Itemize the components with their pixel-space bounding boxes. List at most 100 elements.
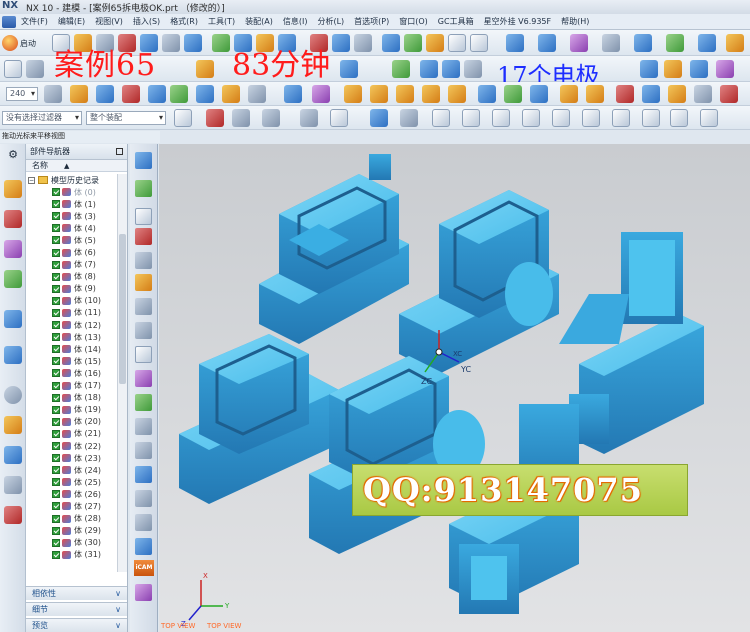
shaded-icon[interactable] (354, 34, 372, 52)
tree-body-row[interactable]: 体 (13) (26, 331, 118, 343)
electrode-tool-icon-3[interactable] (135, 322, 152, 339)
electrode-icon-3[interactable] (396, 85, 414, 103)
curve-icon[interactable] (570, 34, 588, 52)
visibility-checkbox[interactable] (52, 188, 60, 197)
graphics-window[interactable]: YC ZC XC X Y Z TOP VIEW TOP VIEW (159, 144, 750, 632)
scroll-thumb[interactable] (119, 234, 126, 384)
visibility-checkbox[interactable] (52, 538, 60, 547)
electrode-icon-14[interactable] (694, 85, 712, 103)
menu-plugin[interactable]: 星空外挂 V6.935F (479, 16, 557, 27)
start-button[interactable]: 启动 (2, 34, 36, 52)
manufacturing-wizard-tab-icon[interactable] (4, 506, 22, 524)
electrode-icon-10[interactable] (586, 85, 604, 103)
visibility-checkbox[interactable] (52, 478, 60, 487)
work-layer-select[interactable]: 240 (6, 87, 38, 101)
tree-body-row[interactable]: 体 (29) (26, 525, 118, 537)
assembly-scope-select[interactable]: 整个装配 (86, 111, 166, 125)
mesh-icon[interactable] (666, 34, 684, 52)
name-tool-icon[interactable] (135, 370, 152, 387)
electrode-tool-icon-4[interactable] (135, 418, 152, 435)
snap-tool-icon[interactable] (135, 346, 152, 363)
menu-insert[interactable]: 插入(S) (128, 16, 165, 27)
tree-body-row[interactable]: 体 (10) (26, 295, 118, 307)
menu-assembly[interactable]: 装配(A) (240, 16, 278, 27)
visibility-checkbox[interactable] (52, 526, 60, 535)
electrode-icon-2[interactable] (370, 85, 388, 103)
visibility-checkbox[interactable] (52, 550, 60, 559)
snap-mid-icon[interactable] (262, 109, 280, 127)
visibility-checkbox[interactable] (52, 393, 60, 402)
visibility-checkbox[interactable] (52, 212, 60, 221)
electrode-icon-5[interactable] (448, 85, 466, 103)
check-tool-icon[interactable] (135, 394, 152, 411)
navigator-column-header[interactable]: 名称 ▲ (26, 160, 127, 172)
wcs-icon[interactable] (700, 109, 718, 127)
menu-help[interactable]: 帮助(H) (556, 16, 594, 27)
tree-body-row[interactable]: 体 (23) (26, 452, 118, 464)
assembly-navigator-tab-icon[interactable] (4, 210, 22, 228)
electrode-part-1[interactable] (259, 154, 409, 344)
menu-format[interactable]: 格式(R) (165, 16, 203, 27)
tree-body-row[interactable]: 体 (18) (26, 392, 118, 404)
select-filter-icon[interactable] (174, 109, 192, 127)
tree-body-row[interactable]: 体 (26) (26, 488, 118, 500)
electrode-part-2[interactable] (399, 190, 559, 374)
electrode-tool-icon-2[interactable] (135, 298, 152, 315)
undo-icon[interactable] (184, 34, 202, 52)
tree-body-row[interactable]: 体 (8) (26, 271, 118, 283)
visibility-checkbox[interactable] (52, 490, 60, 499)
tree-body-row[interactable]: 体 (17) (26, 380, 118, 392)
tree-body-row[interactable]: 体 (9) (26, 283, 118, 295)
visibility-checkbox[interactable] (52, 429, 60, 438)
snap-intersection-icon[interactable] (330, 109, 348, 127)
snap-tangent-icon[interactable] (522, 109, 540, 127)
snap-quadrant-icon[interactable] (400, 109, 418, 127)
visibility-checkbox[interactable] (52, 442, 60, 451)
sketch-icon[interactable] (212, 34, 230, 52)
electrode-icon-7[interactable] (504, 85, 522, 103)
menu-toggle-icon[interactable] (2, 15, 16, 28)
visibility-checkbox[interactable] (52, 417, 60, 426)
menu-gc-toolkit[interactable]: GC工具箱 (433, 16, 479, 27)
process-studio-tab-icon[interactable] (4, 346, 22, 364)
electrode-tool-icon-6[interactable] (135, 466, 152, 483)
sphere-icon[interactable] (426, 34, 444, 52)
move-icon[interactable] (506, 34, 524, 52)
snap-control-icon[interactable] (300, 109, 318, 127)
paste-icon[interactable] (162, 34, 180, 52)
navigator-maximize-icon[interactable] (116, 148, 123, 155)
studio-surface-icon[interactable] (698, 34, 716, 52)
line-icon[interactable] (26, 60, 44, 78)
visibility-checkbox[interactable] (52, 502, 60, 511)
icam-button[interactable]: iCAM (134, 560, 154, 576)
electrode-icon-11[interactable] (616, 85, 634, 103)
snap-center-icon[interactable] (370, 109, 388, 127)
tree-body-row[interactable]: 体 (27) (26, 500, 118, 512)
tree-body-row[interactable]: 体 (16) (26, 367, 118, 379)
settings-gear-icon[interactable]: ⚙ (4, 148, 22, 166)
hole-icon[interactable] (340, 60, 358, 78)
point-icon[interactable] (222, 85, 240, 103)
snap-point-icon[interactable] (206, 109, 224, 127)
electrode-icon-15[interactable] (720, 85, 738, 103)
visibility-checkbox[interactable] (52, 224, 60, 233)
collapse-icon[interactable]: − (28, 176, 35, 184)
visibility-checkbox[interactable] (52, 308, 60, 317)
reuse-library-tab-icon[interactable] (4, 270, 22, 288)
snap-arc-icon[interactable] (492, 109, 510, 127)
visibility-checkbox[interactable] (52, 405, 60, 414)
visibility-checkbox[interactable] (52, 345, 60, 354)
face-select-icon[interactable] (135, 152, 152, 169)
electrode-icon-12[interactable] (642, 85, 660, 103)
visibility-checkbox[interactable] (52, 272, 60, 281)
view-front-icon[interactable] (135, 252, 152, 269)
datum-icon[interactable] (196, 60, 214, 78)
history-clock-icon[interactable] (4, 386, 22, 404)
snap-plus-icon[interactable] (612, 109, 630, 127)
visibility-checkbox[interactable] (52, 236, 60, 245)
snap-on-curve-icon[interactable] (432, 109, 450, 127)
menu-file[interactable]: 文件(F) (16, 16, 53, 27)
hide-icon[interactable] (96, 85, 114, 103)
electrode-tool-icon-1[interactable] (135, 274, 152, 291)
visibility-checkbox[interactable] (52, 333, 60, 342)
